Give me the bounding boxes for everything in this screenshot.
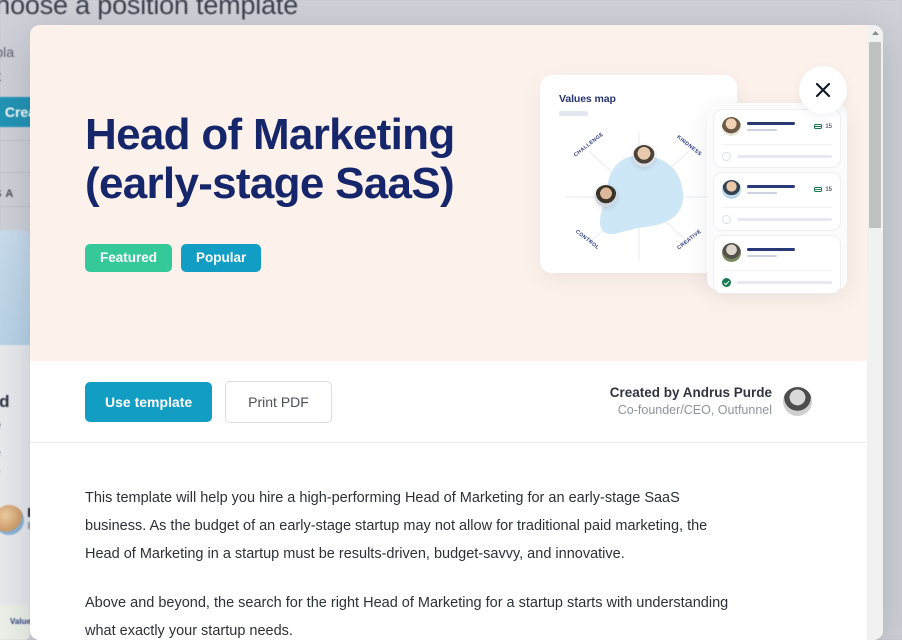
list-item: 15: [714, 173, 840, 230]
modal-hero: Head of Marketing (early-stage SaaS) Fea…: [30, 25, 867, 361]
list-item-line-placeholder: [737, 218, 832, 220]
background-subtitle-line1: templa: [0, 44, 14, 60]
rating-icon: [814, 123, 822, 130]
list-item-text-placeholder: [747, 122, 808, 132]
badge-group: Featured Popular: [85, 244, 261, 272]
values-map-placeholder-bar: [559, 111, 588, 116]
modal-scrollbar[interactable]: [867, 25, 883, 640]
list-item: 15: [714, 110, 840, 167]
use-template-button[interactable]: Use template: [85, 382, 212, 422]
background-card-image: [0, 230, 30, 345]
rating-icon: [814, 186, 822, 193]
background-categories-label: RIES A: [0, 188, 14, 200]
radar-avatar-2: [595, 185, 617, 207]
background-card-title-line2: tage: [0, 415, 1, 435]
background-card-title-line1: Head: [0, 392, 10, 412]
check-circle-filled-icon: [722, 278, 731, 287]
close-icon: [814, 81, 832, 99]
author-name: Created by Andrus Purde: [610, 384, 772, 402]
background-mini-card-label: Value: [10, 617, 31, 626]
list-item-header: 15: [722, 180, 832, 199]
check-circle-icon: [722, 215, 731, 224]
template-description: This template will help you hire a high-…: [30, 443, 867, 640]
list-item-line-placeholder: [737, 281, 832, 283]
chevron-up-icon: [871, 30, 880, 36]
radar-avatar-1: [633, 145, 655, 167]
template-author: Created by Andrus Purde Co-founder/CEO, …: [610, 384, 812, 419]
scroll-up-arrow-icon[interactable]: [867, 25, 883, 41]
background-card-desc-line1: his te: [0, 445, 1, 460]
background-subtitle-line2: ded t: [0, 68, 1, 84]
template-detail-modal: Head of Marketing (early-stage SaaS) Fea…: [30, 25, 883, 640]
list-item: [714, 236, 840, 293]
list-item-header: [722, 243, 832, 262]
modal-action-bar: Use template Print PDF Created by Andrus…: [30, 361, 867, 443]
avatar: [783, 387, 812, 416]
status-badge-popular: Popular: [181, 244, 261, 272]
background-card-desc-line2: ou hir: [0, 466, 1, 481]
author-role: Co-founder/CEO, Outfunnel: [610, 402, 772, 419]
values-radar-chart: CHALLENGE KINDNESS CREATIVE CONTROL: [553, 127, 725, 267]
list-item-meta: 15: [814, 186, 832, 193]
avatar: [722, 180, 741, 199]
scrollbar-thumb[interactable]: [869, 42, 881, 228]
list-item-footer: [722, 270, 832, 287]
list-item-count: 15: [825, 124, 832, 130]
description-paragraph-1: This template will help you hire a high-…: [85, 485, 733, 568]
print-pdf-button[interactable]: Print PDF: [225, 381, 332, 423]
list-item-text-placeholder: [747, 185, 808, 195]
avatar: [722, 243, 741, 262]
check-circle-icon: [722, 152, 731, 161]
avatar: [722, 117, 741, 136]
modal-scroll-region: Head of Marketing (early-stage SaaS) Fea…: [30, 25, 867, 640]
close-button[interactable]: [799, 66, 847, 114]
status-badge-featured: Featured: [85, 244, 172, 272]
list-item-footer: [722, 207, 832, 224]
background-page-title: Choose a position template: [0, 0, 298, 21]
list-item-text-placeholder: [747, 248, 832, 258]
list-item-header: 15: [722, 117, 832, 136]
description-paragraph-2: Above and beyond, the search for the rig…: [85, 590, 733, 640]
list-item-count: 15: [825, 187, 832, 193]
page-title: Head of Marketing (early-stage SaaS): [85, 110, 555, 209]
hero-illustration: Values map CHALLENGE: [510, 25, 867, 361]
author-text: Created by Andrus Purde Co-founder/CEO, …: [610, 384, 772, 419]
list-item-meta: 15: [814, 123, 832, 130]
candidate-list-card: 15: [707, 103, 847, 290]
values-map-title: Values map: [559, 93, 616, 105]
background-template-card[interactable]: [0, 230, 30, 640]
list-item-footer: [722, 144, 832, 161]
list-item-line-placeholder: [737, 155, 832, 157]
